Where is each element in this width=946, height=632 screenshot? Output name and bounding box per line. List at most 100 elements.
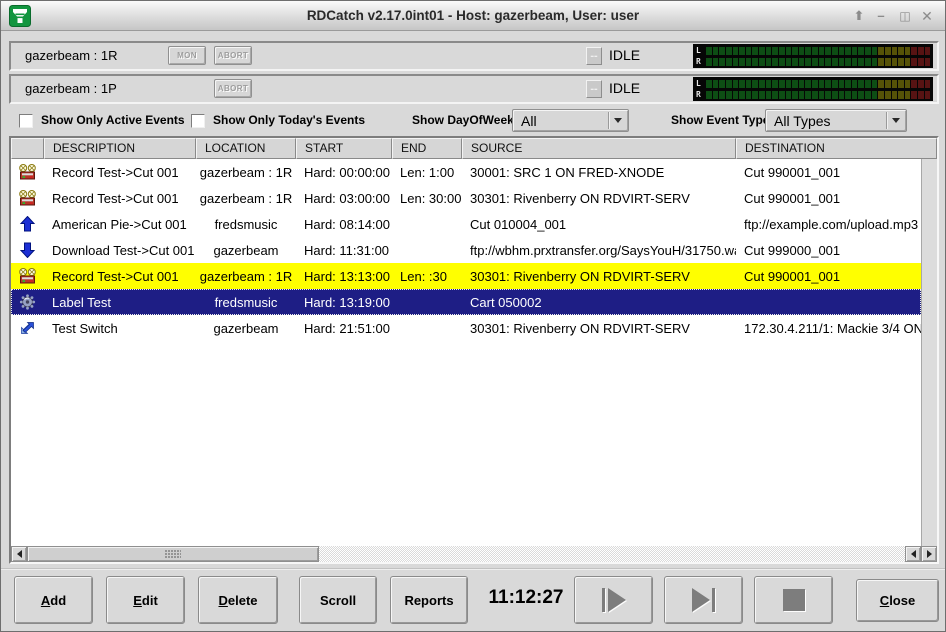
play-next-button[interactable] xyxy=(664,576,743,624)
meter-led xyxy=(918,47,924,55)
show-todays-events-checkbox[interactable] xyxy=(191,114,205,128)
chevron-down-icon[interactable] xyxy=(886,112,904,129)
meter-led xyxy=(726,58,732,66)
scroll-left-icon[interactable] xyxy=(905,546,921,562)
meter-led xyxy=(905,91,911,99)
meter-led xyxy=(819,58,825,66)
play-deck-panel: gazerbeam : 1P ABORT -- IDLE LR xyxy=(9,74,939,104)
record-event-icon xyxy=(11,190,44,206)
meter-led xyxy=(772,58,778,66)
meter-led xyxy=(872,91,878,99)
meter-led xyxy=(885,47,891,55)
meter-led xyxy=(845,91,851,99)
event-list-viewport[interactable]: Record Test->Cut 001gazerbeam : 1RHard: … xyxy=(11,159,921,546)
meter-led xyxy=(726,91,732,99)
meter-led xyxy=(852,47,858,55)
meter-led xyxy=(733,80,739,88)
abort-button[interactable]: ABORT xyxy=(214,79,252,98)
shade-window-icon[interactable]: ⬆ xyxy=(849,5,869,27)
reports-button[interactable]: Reports xyxy=(390,576,468,624)
delete-button[interactable]: Delete xyxy=(198,576,278,624)
edit-button[interactable]: Edit xyxy=(106,576,185,624)
scroll-button[interactable]: Scroll xyxy=(299,576,377,624)
meter-led xyxy=(858,80,864,88)
column-header[interactable]: END xyxy=(392,138,462,159)
audio-level-meter: LR xyxy=(693,44,933,68)
minimize-window-icon[interactable]: – xyxy=(871,5,891,27)
meter-led xyxy=(885,91,891,99)
monitor-button[interactable]: MON xyxy=(168,46,206,65)
record-event-icon xyxy=(11,268,44,284)
meter-led xyxy=(719,47,725,55)
cell-source: Cart 050002 xyxy=(462,295,736,310)
cell-start: Hard: 08:14:00 xyxy=(296,217,392,232)
event-row[interactable]: Record Test->Cut 001gazerbeam : 1RHard: … xyxy=(11,159,921,185)
deck-status: IDLE xyxy=(609,47,640,63)
table-header: DESCRIPTIONLOCATIONSTARTENDSOURCEDESTINA… xyxy=(11,138,937,159)
meter-led xyxy=(878,47,884,55)
event-row[interactable]: Label TestfredsmusicHard: 13:19:00Cart 0… xyxy=(11,289,921,315)
meter-led xyxy=(839,91,845,99)
column-header[interactable]: LOCATION xyxy=(196,138,296,159)
add-button[interactable]: Add xyxy=(14,576,93,624)
chevron-down-icon[interactable] xyxy=(608,112,626,129)
column-header[interactable]: SOURCE xyxy=(462,138,736,159)
cell-source: 30301: Rivenberry ON RDVIRT-SERV xyxy=(462,321,736,336)
meter-led xyxy=(878,80,884,88)
meter-led xyxy=(779,80,785,88)
meter-led xyxy=(905,58,911,66)
abort-button[interactable]: ABORT xyxy=(214,46,252,65)
meter-led xyxy=(925,91,931,99)
meter-led xyxy=(865,91,871,99)
show-active-events-checkbox[interactable] xyxy=(19,114,33,128)
cell-source: ftp://wbhm.prxtransfer.org/SaysYouH/3175… xyxy=(462,243,736,258)
column-header[interactable]: DESCRIPTION xyxy=(44,138,196,159)
title-bar[interactable]: RDCatch v2.17.0int01 - Host: gazerbeam, … xyxy=(1,1,945,31)
cell-start: Hard: 00:00:00 xyxy=(296,165,392,180)
play-start-button[interactable] xyxy=(574,576,653,624)
event-row[interactable]: Download Test->Cut 001gazerbeamHard: 11:… xyxy=(11,237,921,263)
event-row[interactable]: American Pie->Cut 001fredsmusicHard: 08:… xyxy=(11,211,921,237)
event-type-select[interactable]: All Types xyxy=(765,109,907,132)
download-event-icon xyxy=(11,242,44,258)
event-row[interactable]: Record Test->Cut 001gazerbeam : 1RHard: … xyxy=(11,185,921,211)
cell-description: Test Switch xyxy=(44,321,196,336)
vertical-scrollbar[interactable] xyxy=(921,159,937,546)
scrollbar-thumb[interactable] xyxy=(27,546,319,562)
meter-led xyxy=(713,91,719,99)
meter-led xyxy=(792,58,798,66)
meter-led xyxy=(752,58,758,66)
audio-level-meter: LR xyxy=(693,77,933,101)
stop-button[interactable] xyxy=(754,576,833,624)
meter-led xyxy=(825,80,831,88)
column-header[interactable]: START xyxy=(296,138,392,159)
meter-led xyxy=(746,58,752,66)
stop-icon xyxy=(780,586,808,614)
maximize-window-icon[interactable]: ◫ xyxy=(895,5,915,27)
meter-led xyxy=(786,80,792,88)
meter-led xyxy=(752,47,758,55)
dayofweek-select[interactable]: All xyxy=(512,109,629,132)
play-to-end-icon xyxy=(689,586,719,614)
close-window-icon[interactable]: ✕ xyxy=(917,5,937,27)
event-row[interactable]: Record Test->Cut 001gazerbeam : 1RHard: … xyxy=(11,263,921,289)
meter-led xyxy=(925,47,931,55)
meter-led xyxy=(852,80,858,88)
meter-led xyxy=(799,47,805,55)
play-icon xyxy=(599,586,629,614)
column-header[interactable] xyxy=(11,138,44,159)
event-row[interactable]: Test SwitchgazerbeamHard: 21:51:0030301:… xyxy=(11,315,921,341)
show-event-type-label: Show Event Type: xyxy=(671,113,773,127)
scroll-left-icon[interactable] xyxy=(11,546,27,562)
current-time: 11:12:27 xyxy=(471,587,581,609)
meter-led xyxy=(739,58,745,66)
dayofweek-value: All xyxy=(521,113,537,129)
column-header[interactable]: DESTINATION xyxy=(736,138,937,159)
meter-led xyxy=(911,80,917,88)
close-button[interactable]: Close xyxy=(856,579,939,622)
meter-led xyxy=(766,91,772,99)
meter-led xyxy=(865,80,871,88)
horizontal-scrollbar[interactable] xyxy=(11,546,937,562)
scroll-right-icon[interactable] xyxy=(921,546,937,562)
event-type-value: All Types xyxy=(774,113,831,129)
